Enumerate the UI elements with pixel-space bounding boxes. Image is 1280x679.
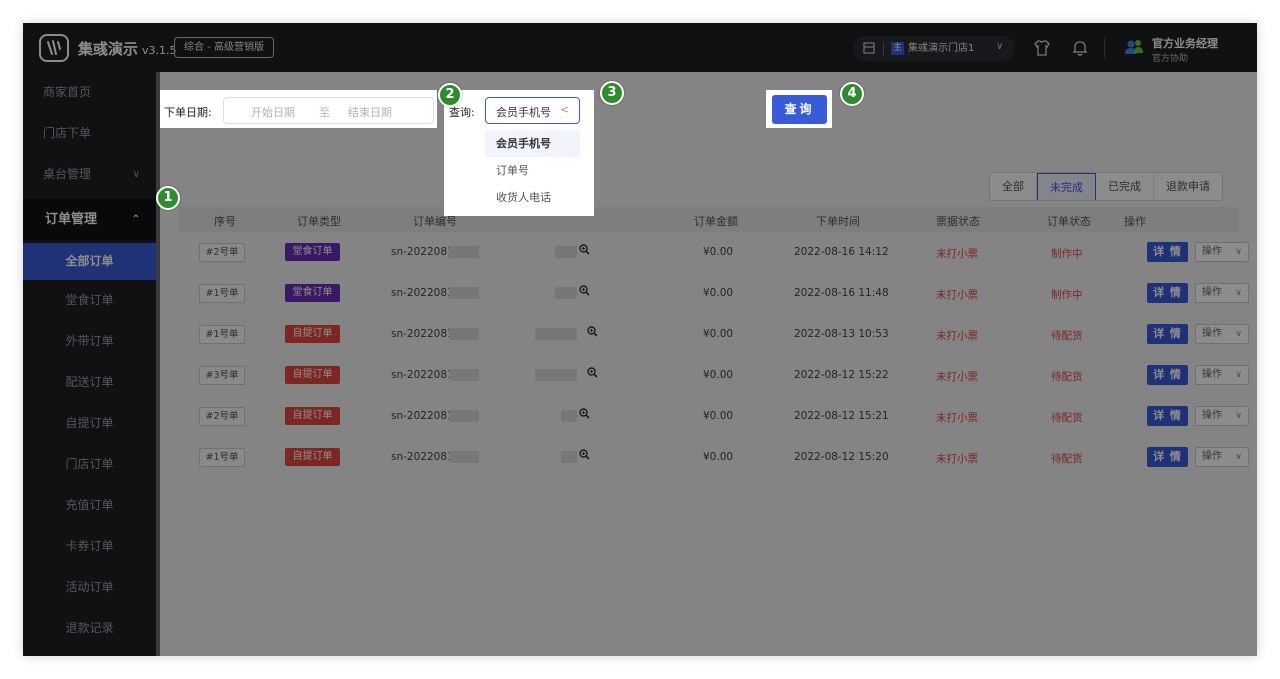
- step-marker-1: 1: [156, 186, 180, 210]
- chevron-left-icon: <: [560, 103, 570, 116]
- query-type-select[interactable]: 会员手机号 <: [485, 97, 580, 124]
- step-marker-2: 2: [438, 83, 462, 107]
- option-receiver-phone[interactable]: 收货人电话: [485, 184, 580, 211]
- query-type-dropdown: 会员手机号 订单号 收货人电话: [485, 130, 580, 211]
- option-order-no[interactable]: 订单号: [485, 157, 580, 184]
- start-date-input[interactable]: 开始日期: [251, 104, 295, 120]
- date-range-picker[interactable]: 开始日期 至 结束日期: [223, 97, 434, 124]
- date-label: 下单日期:: [164, 106, 212, 119]
- query-type-value: 会员手机号: [496, 106, 551, 119]
- step-marker-3: 3: [600, 81, 624, 105]
- step-marker-4: 4: [840, 82, 864, 106]
- query-button[interactable]: 查询: [772, 95, 827, 124]
- option-member-phone[interactable]: 会员手机号: [485, 130, 580, 157]
- range-separator: 至: [319, 106, 330, 119]
- end-date-input[interactable]: 结束日期: [348, 104, 392, 120]
